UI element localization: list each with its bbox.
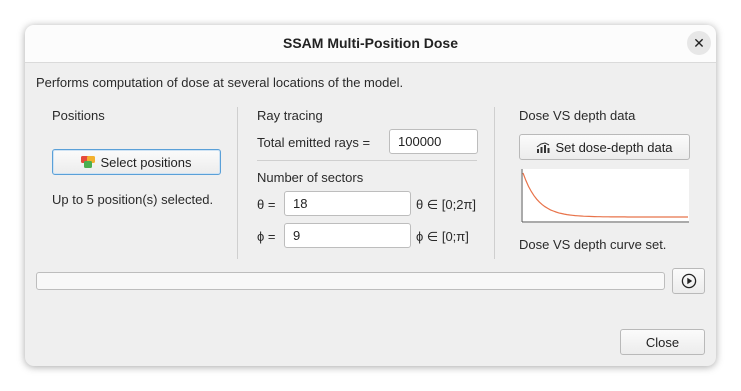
progress-bar [36, 272, 665, 290]
set-dose-depth-button[interactable]: Set dose-depth data [519, 134, 690, 160]
dose-depth-curve [522, 172, 688, 218]
column-separator [237, 107, 238, 259]
title-bar: SSAM Multi-Position Dose ✕ [25, 25, 716, 63]
dose-depth-preview-chart [521, 169, 689, 223]
phi-label: ϕ = [257, 229, 276, 244]
dose-depth-status: Dose VS depth curve set. [519, 237, 667, 252]
number-of-sectors-heading: Number of sectors [257, 170, 364, 185]
total-rays-label: Total emitted rays = [257, 135, 371, 150]
theta-range: θ ∈ [0;2π] [416, 197, 477, 212]
positions-status: Up to 5 position(s) selected. [52, 192, 214, 207]
run-button[interactable] [672, 268, 705, 294]
positions-icon [81, 156, 96, 168]
theta-label: θ = [257, 197, 276, 212]
phi-sectors-input[interactable]: 9 [284, 223, 411, 248]
dose-depth-heading: Dose VS depth data [519, 108, 636, 123]
positions-heading: Positions [52, 108, 105, 123]
total-rays-input[interactable]: 100000 [389, 129, 478, 154]
close-button[interactable]: Close [620, 329, 705, 355]
chart-icon [537, 142, 550, 153]
set-dose-depth-label: Set dose-depth data [555, 139, 673, 155]
select-positions-label: Select positions [100, 154, 192, 170]
dialog-title: SSAM Multi-Position Dose [283, 35, 458, 51]
play-icon [681, 273, 696, 289]
select-positions-button[interactable]: Select positions [52, 149, 221, 175]
close-button-label: Close [645, 334, 680, 350]
close-icon[interactable]: ✕ [687, 31, 711, 55]
phi-range: ϕ ∈ [0;π] [416, 229, 469, 244]
theta-sectors-input[interactable]: 18 [284, 191, 411, 216]
ray-tracing-heading: Ray tracing [257, 108, 323, 123]
ray-tracing-divider [257, 160, 477, 161]
multi-position-dose-dialog: SSAM Multi-Position Dose ✕ Performs comp… [25, 25, 716, 366]
dialog-description: Performs computation of dose at several … [36, 75, 404, 90]
column-separator [494, 107, 495, 259]
